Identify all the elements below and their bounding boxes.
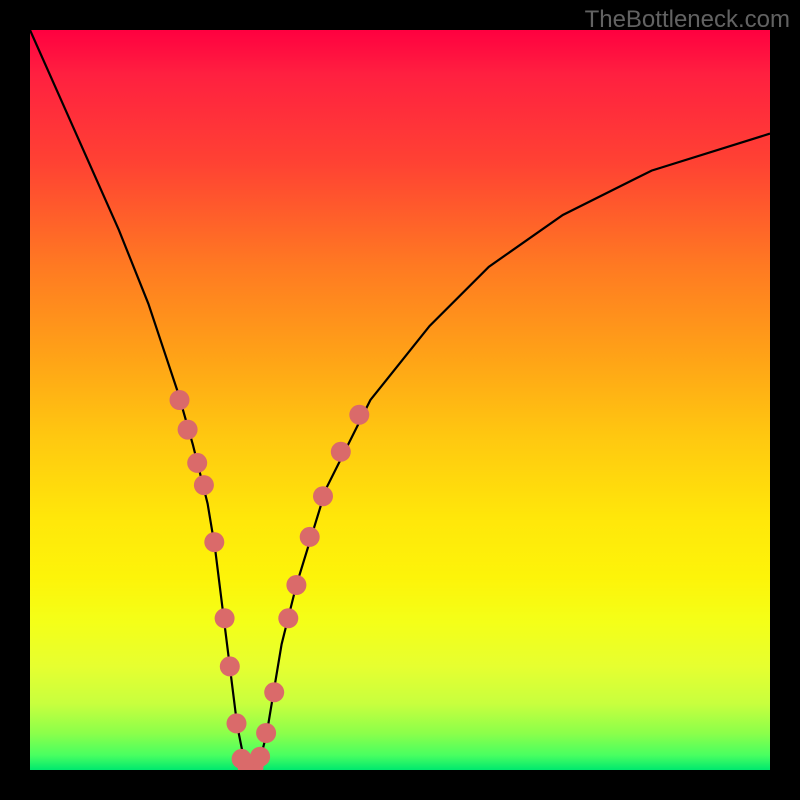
marker-point <box>227 713 247 733</box>
marker-point <box>313 486 333 506</box>
marker-point <box>331 442 351 462</box>
watermark-text: TheBottleneck.com <box>585 6 790 34</box>
marker-point <box>300 527 320 547</box>
marker-point <box>256 723 276 743</box>
marker-point <box>204 532 224 552</box>
marker-point <box>220 656 240 676</box>
marker-point <box>194 475 214 495</box>
plot-area <box>30 30 770 770</box>
marker-point <box>264 682 284 702</box>
chart-svg <box>30 30 770 770</box>
marker-point <box>178 420 198 440</box>
bottleneck-curve <box>30 30 770 770</box>
chart-frame: TheBottleneck.com <box>0 0 800 800</box>
marker-point <box>278 608 298 628</box>
marker-point <box>250 747 270 767</box>
marker-point <box>349 405 369 425</box>
marker-point <box>215 608 235 628</box>
marker-point <box>187 453 207 473</box>
marker-point <box>286 575 306 595</box>
marker-point <box>170 390 190 410</box>
